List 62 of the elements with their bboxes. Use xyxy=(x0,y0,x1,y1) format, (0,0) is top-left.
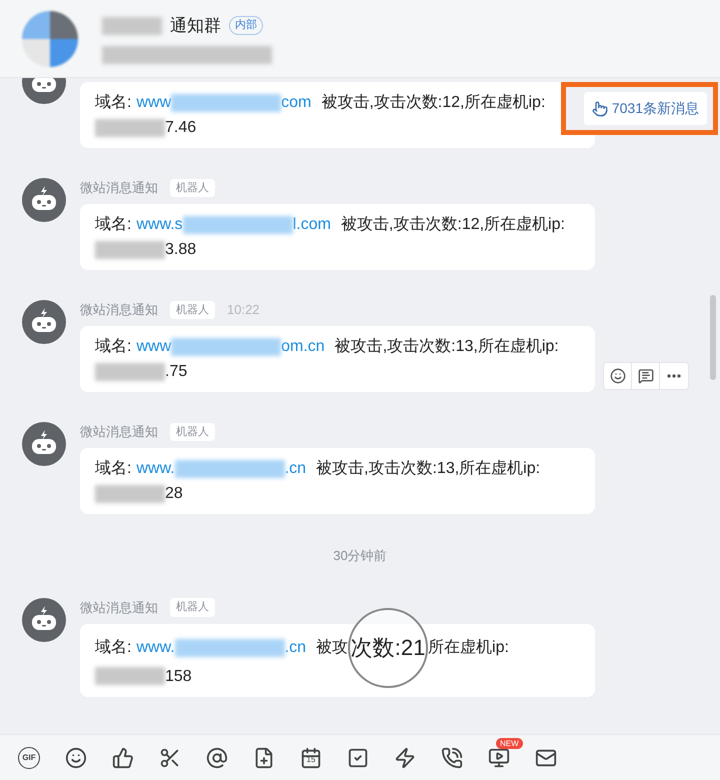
domain-link-end[interactable]: com xyxy=(281,90,312,115)
group-avatar xyxy=(22,10,78,66)
domain-link-end[interactable]: l.com xyxy=(292,212,331,237)
redacted-blur xyxy=(95,118,165,136)
time-divider: 30分钟前 xyxy=(333,547,387,565)
attack-text: 被攻击,攻击次数:12,所在虚机ip: xyxy=(321,92,546,113)
ip-suffix: 28 xyxy=(165,484,183,504)
domain-label: 域名: xyxy=(95,638,132,658)
domain-link-start[interactable]: www. xyxy=(136,635,175,660)
attack-text: 被攻击,攻击次数:13,所在虚机ip: xyxy=(316,458,540,479)
ip-suffix: 158 xyxy=(165,666,192,686)
domain-label: 域名: xyxy=(95,92,132,113)
redacted-blur xyxy=(102,16,162,34)
domain-link-start[interactable]: www xyxy=(136,90,172,115)
phone-icon[interactable] xyxy=(441,746,463,768)
robot-tag: 机器人 xyxy=(170,598,215,617)
attack-text: 被攻 xyxy=(316,638,348,658)
group-title: 通知群 xyxy=(170,14,221,37)
thumbs-up-icon[interactable] xyxy=(112,746,134,768)
robot-tag: 机器人 xyxy=(170,422,215,442)
redacted-blur xyxy=(95,240,165,258)
attack-text-end: 所在虚机ip: xyxy=(428,638,509,658)
domain-link-end[interactable]: om.cn xyxy=(281,334,325,359)
more-icon xyxy=(667,374,681,378)
attack-text: 被攻击,攻击次数:13,所在虚机ip: xyxy=(334,336,559,357)
ip-suffix: 7.46 xyxy=(165,118,196,138)
domain-link-end[interactable]: .cn xyxy=(284,456,306,481)
file-plus-icon[interactable] xyxy=(253,746,275,768)
domain-link-start[interactable]: www. xyxy=(136,456,175,481)
checkbox-icon[interactable] xyxy=(347,746,369,768)
at-sign-icon[interactable] xyxy=(206,746,228,768)
play-screen-icon[interactable] xyxy=(488,746,510,768)
emoji-icon[interactable] xyxy=(65,746,87,768)
attack-text: 被攻击,攻击次数:12,所在虚机ip: xyxy=(340,214,565,235)
domain-label: 域名: xyxy=(95,214,132,235)
sender-name: 微站消息通知 xyxy=(80,423,158,442)
new-messages-button[interactable]: 7031条新消息 xyxy=(584,92,707,125)
new-badge: NEW xyxy=(496,738,523,748)
domain-label: 域名: xyxy=(95,458,132,479)
scissors-icon[interactable] xyxy=(159,746,181,768)
domain-link-start[interactable]: www xyxy=(136,334,172,359)
smile-icon xyxy=(610,368,626,384)
robot-tag: 机器人 xyxy=(170,178,215,198)
redacted-blur xyxy=(95,362,165,380)
robot-tag: 机器人 xyxy=(170,300,215,320)
magnified-text: 次数:21 xyxy=(348,608,428,688)
sender-name: 微站消息通知 xyxy=(80,179,158,198)
ip-suffix: 3.88 xyxy=(165,240,196,260)
gif-button[interactable]: GIF xyxy=(18,746,40,768)
sender-name: 微站消息通知 xyxy=(80,301,158,320)
domain-label: 域名: xyxy=(95,336,132,357)
message-time: 10:22 xyxy=(227,301,260,320)
domain-link-start[interactable]: www.s xyxy=(136,212,183,237)
domain-link-end[interactable]: .cn xyxy=(284,635,306,660)
redacted-blur xyxy=(95,667,165,685)
internal-badge: 内部 xyxy=(229,16,263,35)
ip-suffix: .75 xyxy=(165,362,188,382)
hand-pointer-icon xyxy=(592,100,608,116)
comment-icon xyxy=(638,368,654,384)
lightning-icon[interactable] xyxy=(394,746,416,768)
redacted-blur xyxy=(95,484,165,502)
sender-name: 微站消息通知 xyxy=(80,598,158,617)
